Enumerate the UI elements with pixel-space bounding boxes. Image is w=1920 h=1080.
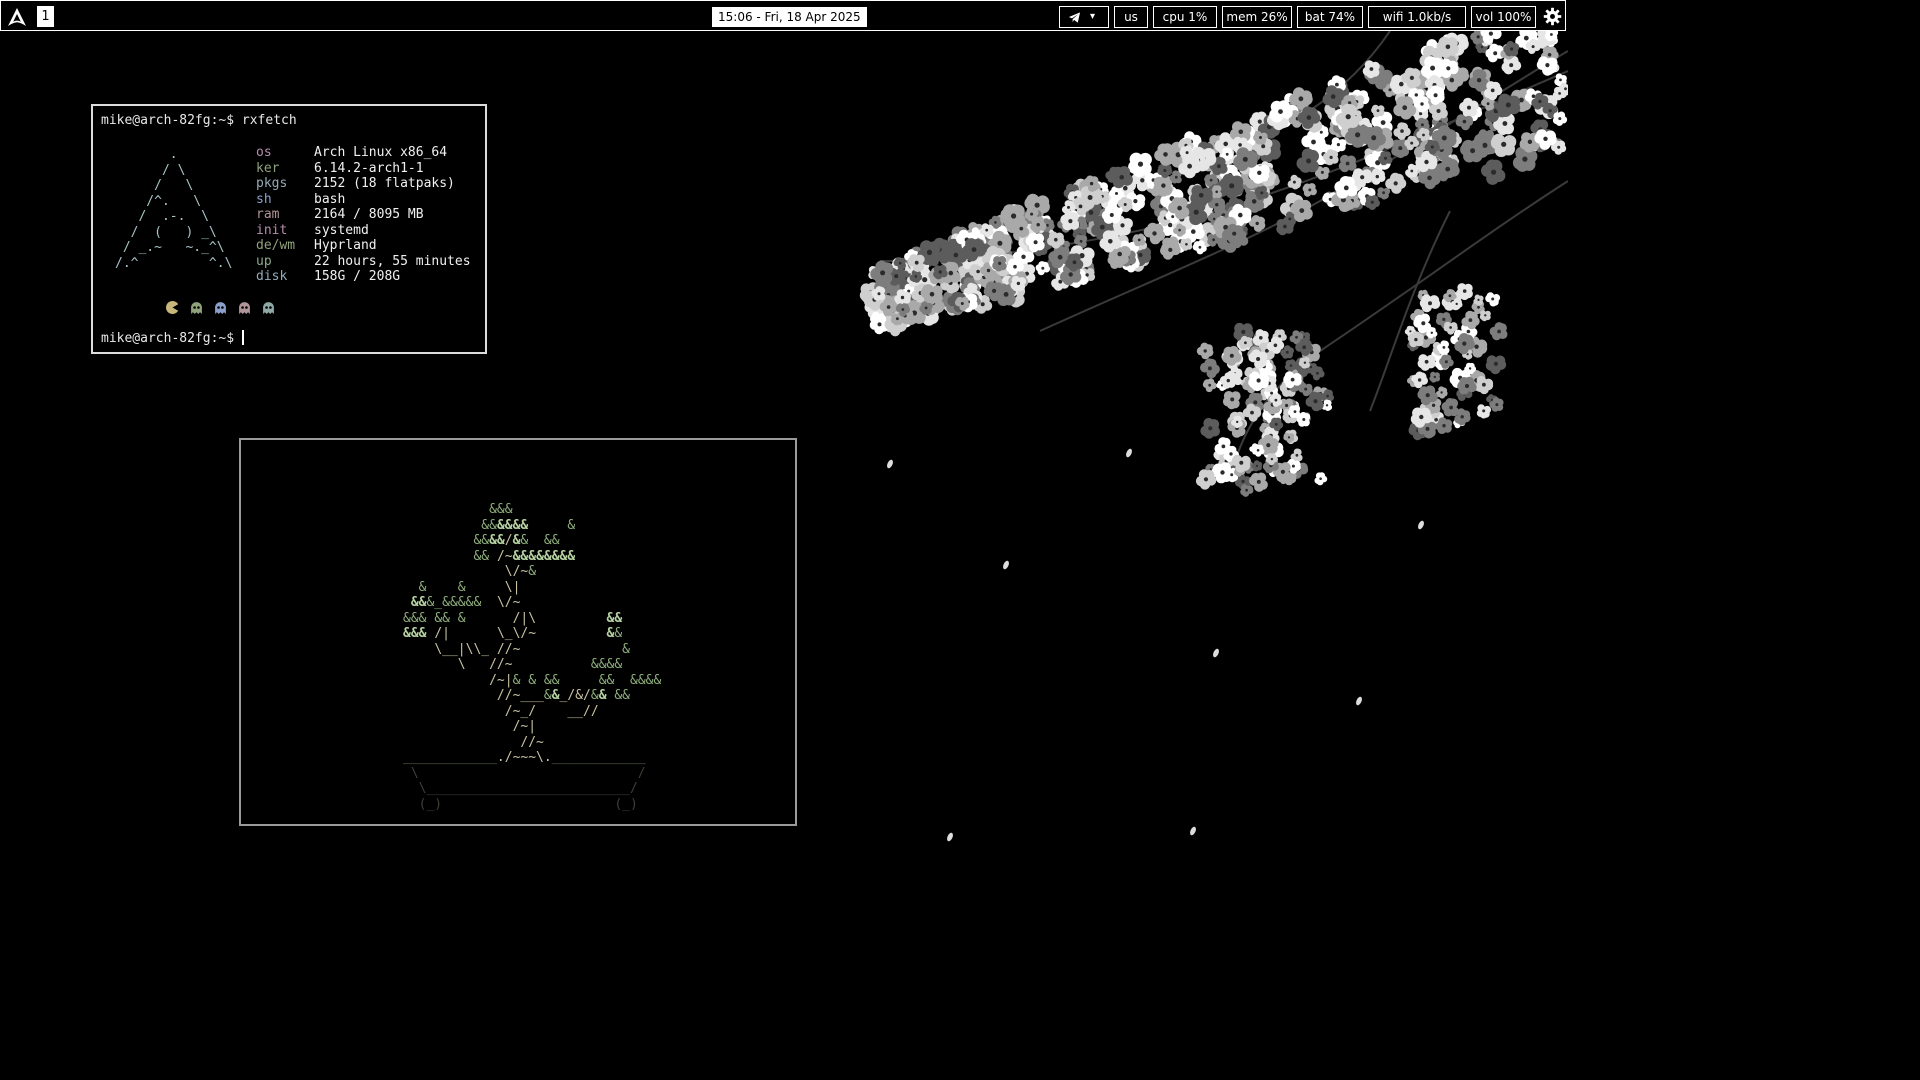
info-value-de-wm: Hyprland <box>314 238 377 253</box>
pacman-icon <box>166 301 179 314</box>
tray-expand-chevron[interactable]: ▾ <box>1090 7 1095 27</box>
color-palette <box>166 301 275 314</box>
active-prompt-line[interactable]: mike@arch-82fg:~$ <box>101 330 244 346</box>
info-key-os: os <box>256 145 272 160</box>
prompt: mike@arch-82fg:~$ <box>101 113 235 128</box>
fetch-terminal-window[interactable]: mike@arch-82fg:~$ rxfetch . / \ / \ /^. … <box>91 104 487 354</box>
wifi-status[interactable]: wifi 1.0kb/s <box>1368 6 1466 28</box>
keyboard-layout[interactable]: us <box>1114 6 1148 28</box>
command-line: mike@arch-82fg:~$ rxfetch <box>101 113 297 128</box>
text-cursor <box>241 330 244 345</box>
gear-icon[interactable] <box>1543 7 1562 26</box>
info-value-disk: 158G / 208G <box>314 269 401 284</box>
info-value-init: systemd <box>314 222 369 238</box>
bonsai-ascii-art: &&& &&&&&& & &&&&/&& && && /~&&&&&&&& \/… <box>403 502 662 812</box>
arch-logo-icon[interactable] <box>7 7 27 27</box>
info-key-pkgs: pkgs <box>256 176 288 191</box>
info-value-os: Arch Linux x86_64 <box>314 145 448 160</box>
workspace-1-button[interactable]: 1 <box>37 6 54 27</box>
top-bar: 1 15:06 - Fri, 18 Apr 2025 ▾ us cpu 1% m… <box>0 0 1566 31</box>
battery-level[interactable]: bat 74% <box>1297 6 1363 28</box>
arch-ascii-logo: . / \ / \ /^. \ / .-. \ / ( ) _\ / _.~ ~… <box>115 147 233 271</box>
info-key-sh: sh <box>256 191 272 207</box>
info-key-up: up <box>256 253 272 269</box>
command: rxfetch <box>241 113 297 128</box>
info-value-up: 22 hours, 55 minutes <box>314 253 471 269</box>
info-key-disk: disk <box>256 269 288 284</box>
info-value-ram: 2164 / 8095 MB <box>314 207 424 222</box>
info-value-pkgs: 2152 (18 flatpaks) <box>314 176 455 191</box>
info-key-ram: ram <box>256 207 280 222</box>
cherry-blossom-wallpaper <box>859 31 1568 842</box>
volume-level[interactable]: vol 100% <box>1471 6 1536 28</box>
telegram-icon[interactable] <box>1068 11 1081 24</box>
info-value-ker: 6.14.2-arch1-1 <box>314 160 424 176</box>
memory-usage[interactable]: mem 26% <box>1222 6 1292 28</box>
bonsai-terminal-window[interactable]: &&& &&&&&& & &&&&/&& && && /~&&&&&&&& \/… <box>239 438 797 826</box>
info-key-init: init <box>256 222 288 238</box>
ghost-icon <box>191 302 202 314</box>
clock[interactable]: 15:06 - Fri, 18 Apr 2025 <box>712 7 867 27</box>
prompt: mike@arch-82fg:~$ <box>101 331 235 346</box>
tray-module[interactable]: ▾ <box>1059 6 1109 28</box>
ghost-icon <box>263 302 274 314</box>
info-key-de-wm: de/wm <box>256 238 296 253</box>
ghost-icon <box>215 302 226 314</box>
cpu-usage[interactable]: cpu 1% <box>1153 6 1217 28</box>
info-keys: os ker pkgs sh ram init de/wm up disk <box>256 145 295 285</box>
info-key-ker: ker <box>256 160 280 176</box>
info-values: Arch Linux x86_64 6.14.2-arch1-1 2152 (1… <box>314 145 471 285</box>
ghost-icon <box>239 302 250 314</box>
info-value-sh: bash <box>314 191 346 207</box>
